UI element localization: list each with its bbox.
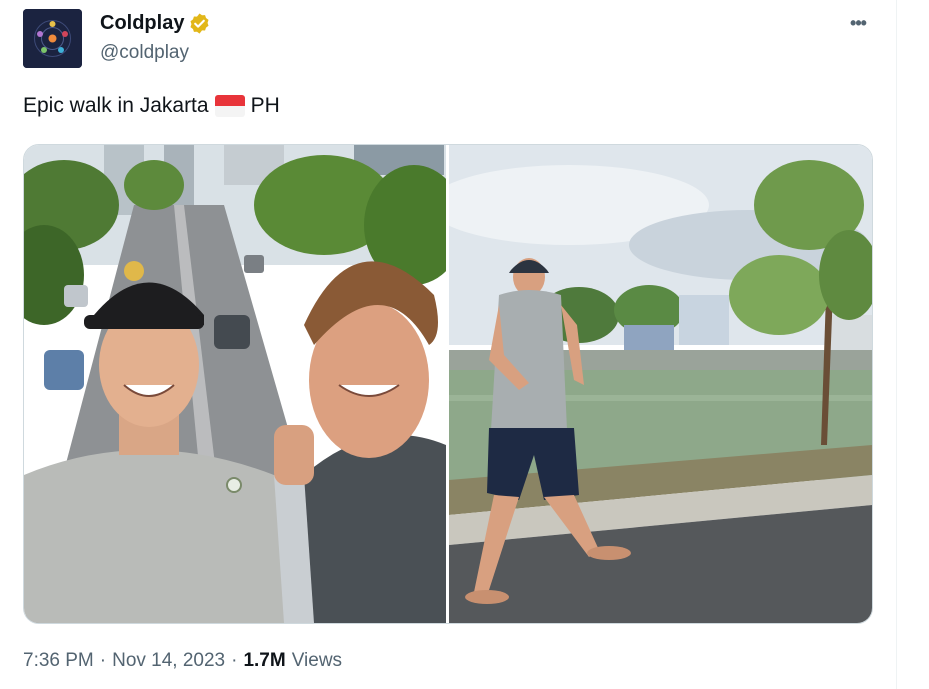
flag-top-stripe <box>214 95 245 106</box>
tweet-text: Epic walk in Jakarta PH <box>23 94 280 118</box>
flag-bottom-stripe <box>214 106 245 117</box>
author-display-name[interactable]: Coldplay <box>100 12 184 35</box>
tweet-page: Coldplay @coldplay ••• Epic walk in Jaka… <box>0 0 929 689</box>
tweet-text-main: Epic walk in Jakarta <box>23 94 209 117</box>
more-options-icon[interactable]: ••• <box>843 10 873 36</box>
tweet-meta: 7:36 PM · Nov 14, 2023 · 1.7M Views <box>23 650 342 672</box>
verified-badge-icon <box>188 12 211 35</box>
column-divider <box>896 0 897 689</box>
tweet-date[interactable]: Nov 14, 2023 <box>112 650 225 672</box>
indonesia-flag-icon <box>214 95 245 117</box>
author-name-row[interactable]: Coldplay <box>100 12 211 35</box>
selfie-photo[interactable] <box>24 145 446 623</box>
coldplay-avatar-icon[interactable] <box>23 9 82 68</box>
meta-separator: · <box>231 650 238 671</box>
views-label: Views <box>291 650 343 671</box>
media-grid <box>23 144 873 624</box>
tweet-time[interactable]: 7:36 PM <box>23 650 94 672</box>
views-count[interactable]: 1.7M <box>243 650 285 672</box>
author-handle[interactable]: @coldplay <box>100 42 189 64</box>
meta-separator: · <box>99 650 107 671</box>
tweet-text-signature: PH <box>250 94 280 117</box>
walking-photo[interactable] <box>449 145 872 623</box>
